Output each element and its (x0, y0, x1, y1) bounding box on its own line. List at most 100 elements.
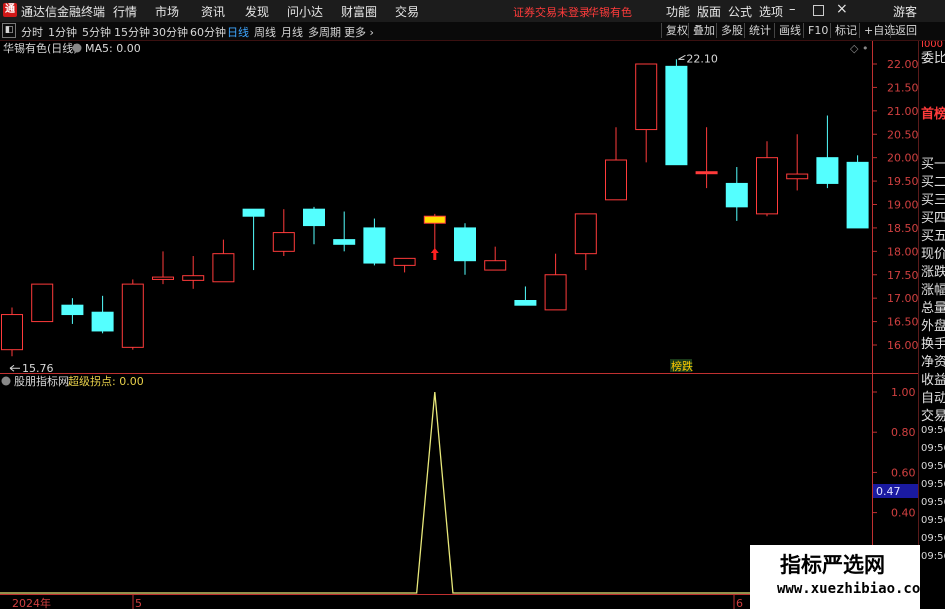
candle-body (665, 65, 688, 166)
price-tick-label: 20.50 (887, 128, 918, 141)
quote-buy2: 买二 (921, 175, 945, 190)
menu-banmian[interactable]: 版面 (697, 3, 721, 20)
candle-body (91, 311, 114, 332)
candle-body (182, 275, 205, 281)
price-tick-label: 19.50 (887, 175, 918, 188)
quote-netasset: 净资 (921, 355, 945, 370)
btn-diejia[interactable]: 叠加 (688, 23, 719, 38)
tick-time: 09:56 (921, 515, 945, 526)
candle-body (454, 227, 476, 262)
quote-price: 现价 (921, 247, 945, 262)
period-more-label: 更多 (344, 26, 366, 39)
dot-menu-icon[interactable]: • (862, 42, 869, 55)
btn-biaoji[interactable]: 标记 (830, 23, 861, 38)
candle-body (152, 276, 174, 280)
x-axis-label-june: 6 (736, 597, 743, 609)
menu-jiaoyi[interactable]: 交易 (395, 3, 419, 20)
toggle-panel-icon[interactable]: ◧ (2, 23, 16, 38)
tick-time: 09:56 (921, 443, 945, 454)
ma5-label: MA5: 0.00 (85, 42, 141, 55)
period-monthly[interactable]: 月线 (281, 24, 303, 40)
menu-xuanxiang[interactable]: 选项 (759, 3, 783, 20)
watermark-title: 指标严选网 (780, 553, 885, 577)
period-5min[interactable]: 5分钟 (82, 24, 111, 40)
period-60min[interactable]: 60分钟 (190, 24, 226, 40)
current-stock-name: 华锡有色 (588, 6, 632, 19)
trade-login-warning[interactable]: 证券交易未登录 (513, 4, 590, 20)
candle-body (725, 182, 748, 208)
quote-side-panel: I000 委比 首榜 买一 买二 买三 买四 买五 现价 涨跌 涨幅 总量 外盘… (918, 41, 945, 609)
period-toolbar: ◧ 分时 1分钟 5分钟 15分钟 30分钟 60分钟 日线 周线 月线 多周期… (0, 22, 945, 41)
quote-buy4: 买四 (921, 211, 945, 226)
period-15min[interactable]: 15分钟 (114, 24, 150, 40)
auto-trade-line1[interactable]: 自动 (921, 387, 945, 406)
maximize-icon[interactable] (813, 5, 824, 16)
minimize-icon[interactable]: – (789, 2, 796, 17)
tick-time: 09:56 (921, 461, 945, 472)
price-tick-label: 16.00 (887, 339, 918, 352)
candle-body (423, 215, 446, 224)
candle-body (121, 283, 144, 348)
candle-body (816, 157, 839, 184)
candle-body (605, 159, 627, 201)
period-1min[interactable]: 1分钟 (48, 24, 77, 40)
period-multi[interactable]: 多周期 (308, 24, 341, 40)
indicator-chevron-icon[interactable] (1, 376, 11, 386)
diamond-icon[interactable]: ◇ (850, 42, 859, 55)
candle-body (61, 304, 84, 316)
limit-badge: 榜跌 (671, 359, 693, 373)
btn-f10[interactable]: F10 (803, 23, 832, 38)
title-bar: 通 通达信金融终端 行情 市场 资讯 发现 问小达 财富圈 交易 证券交易未登录… (0, 0, 945, 23)
period-30min[interactable]: 30分钟 (152, 24, 188, 40)
chart-area[interactable]: 华锡有色(日线) MA5: 0.00 ◇ • 16.00 16.50 17.00 17… (0, 41, 918, 609)
price-tick-label: 18.50 (887, 222, 918, 235)
menu-hangqing[interactable]: 行情 (113, 3, 137, 20)
candle-body (212, 253, 235, 283)
quote-shoubang: 首榜 (921, 107, 945, 122)
min-price-label: 15.76 (22, 362, 54, 375)
candle-body (484, 260, 507, 271)
period-weekly[interactable]: 周线 (254, 24, 276, 40)
close-icon[interactable]: × (836, 1, 848, 17)
indicator-tick-label: 1.00 (891, 386, 916, 399)
menu-faxian[interactable]: 发现 (245, 3, 269, 20)
auto-trade-line2[interactable]: 交易 (921, 405, 945, 424)
price-tick-label: 19.00 (887, 199, 918, 212)
period-more[interactable]: 更多 › (344, 24, 374, 40)
candle-body (846, 161, 869, 229)
max-price-label: 22.10 (686, 52, 718, 65)
menu-gongneng[interactable]: 功能 (666, 3, 690, 20)
btn-duogu[interactable]: 多股 (716, 23, 747, 38)
app-logo-icon: 通 (3, 3, 17, 17)
btn-huaxian[interactable]: 画线 (774, 23, 805, 38)
indicator-tick-label: 0.40 (891, 507, 916, 520)
menu-zixun[interactable]: 资讯 (201, 3, 225, 20)
menu-caifuquan[interactable]: 财富圈 (341, 3, 377, 20)
candle-body (544, 274, 567, 311)
max-arrow-icon (678, 54, 686, 60)
chevron-down-icon[interactable] (72, 43, 82, 53)
app-title: 通达信金融终端 (21, 5, 106, 19)
indicator-axis-ticks: 0.200.400.600.801.00 (872, 386, 916, 560)
btn-back[interactable]: 返回 (890, 23, 921, 38)
candle-body (514, 300, 537, 306)
tick-time: 09:56 (921, 425, 945, 436)
candle-body (695, 171, 718, 175)
price-tick-label: 17.00 (887, 292, 918, 305)
quote-outer: 外盘 (921, 319, 945, 334)
btn-tongji[interactable]: 统计 (744, 23, 775, 38)
price-axis-ticks: 16.00 16.50 17.00 17.50 18.00 18.50 19.00 19.50… (872, 58, 918, 352)
guest-label[interactable]: 游客 (893, 3, 917, 20)
candle-body (363, 227, 386, 264)
menu-shichang[interactable]: 市场 (155, 3, 179, 20)
tick-time: 09:56 (921, 497, 945, 508)
period-daily[interactable]: 日线 (227, 24, 249, 40)
menu-wenxiaoda[interactable]: 问小达 (287, 3, 323, 20)
price-tick-label: 22.00 (887, 58, 918, 71)
indicator-tick-label: 0.60 (891, 466, 916, 479)
menu-gongshi[interactable]: 公式 (728, 3, 752, 20)
quote-volume: 总量 (921, 301, 945, 316)
watermark-url: www.xuezhibiao.com (777, 581, 929, 597)
indicator-value-label: 超级拐点: 0.00 (68, 374, 144, 388)
period-fenshi[interactable]: 分时 (21, 24, 43, 40)
